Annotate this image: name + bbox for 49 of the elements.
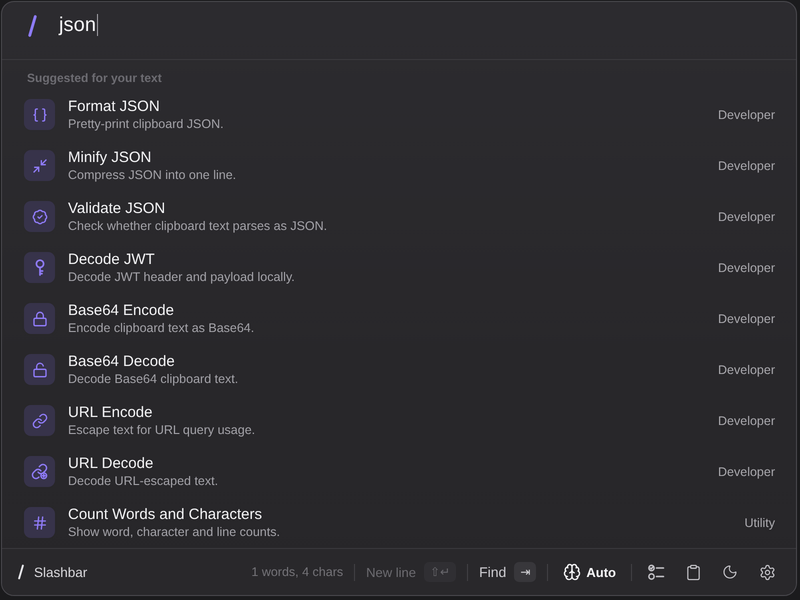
link-plus-icon [24,456,55,487]
command-category: Developer [718,312,775,326]
badge-check-icon [24,201,55,232]
command-title[interactable]: URL Encode [68,404,706,422]
arrows-inward-icon [24,150,55,181]
hash-icon [24,507,55,538]
command-description: Pretty-print clipboard JSON. [68,116,225,132]
mode-button[interactable]: Auto [559,563,620,581]
text-stats: 1 words, 4 chars [251,565,344,579]
command-title[interactable]: Format JSON [68,98,706,116]
command-title[interactable]: Decode JWT [68,250,706,268]
search-field[interactable]: json [59,10,772,40]
checklist-icon [648,564,664,580]
moon-icon [722,564,738,580]
link-icon [24,405,55,436]
slash-icon [18,564,24,580]
command-description: Show word, character and line counts. [68,524,281,540]
command-title[interactable]: URL Decode [68,454,706,472]
command-category: Developer [718,108,775,122]
app-name: Slashbar [34,564,88,580]
command-description: Compress JSON into one line. [68,166,238,182]
command-description: Decode URL-escaped text. [68,472,220,488]
command-description: Escape text for URL query usage. [68,422,256,438]
shortcut-action[interactable]: Find ⇥ [479,562,536,582]
clipboard-icon [684,564,702,580]
command-description: Decode Base64 clipboard text. [68,370,240,386]
command-category: Developer [718,414,775,428]
command-title[interactable]: Base64 Encode [68,302,706,320]
command-description: Decode JWT header and payload locally. [68,268,296,284]
section-heading: Suggested for your text [26,70,163,87]
command-category: Developer [718,260,775,274]
command-title[interactable]: Base64 Decode [68,352,706,370]
command-category: Utility [744,516,775,530]
command-title[interactable]: Minify JSON [68,148,706,166]
command-title[interactable]: Validate JSON [68,200,706,218]
command-category: Developer [718,362,775,376]
brain-icon [563,563,582,581]
command-description: Encode clipboard text as Base64. [68,320,256,336]
settings-icon [758,564,776,580]
braces-icon [24,99,55,130]
command-category: Developer [718,210,775,224]
command-title[interactable]: Count Words and Characters [68,506,732,524]
command-description: Check whether clipboard text parses as JSON. [68,218,328,234]
command-category: Developer [718,158,775,172]
slash-icon [28,15,37,37]
lock-icon [24,303,55,334]
key-icon [24,252,55,283]
unlocked-lock-icon [24,354,55,385]
command-category: Developer [718,464,775,478]
